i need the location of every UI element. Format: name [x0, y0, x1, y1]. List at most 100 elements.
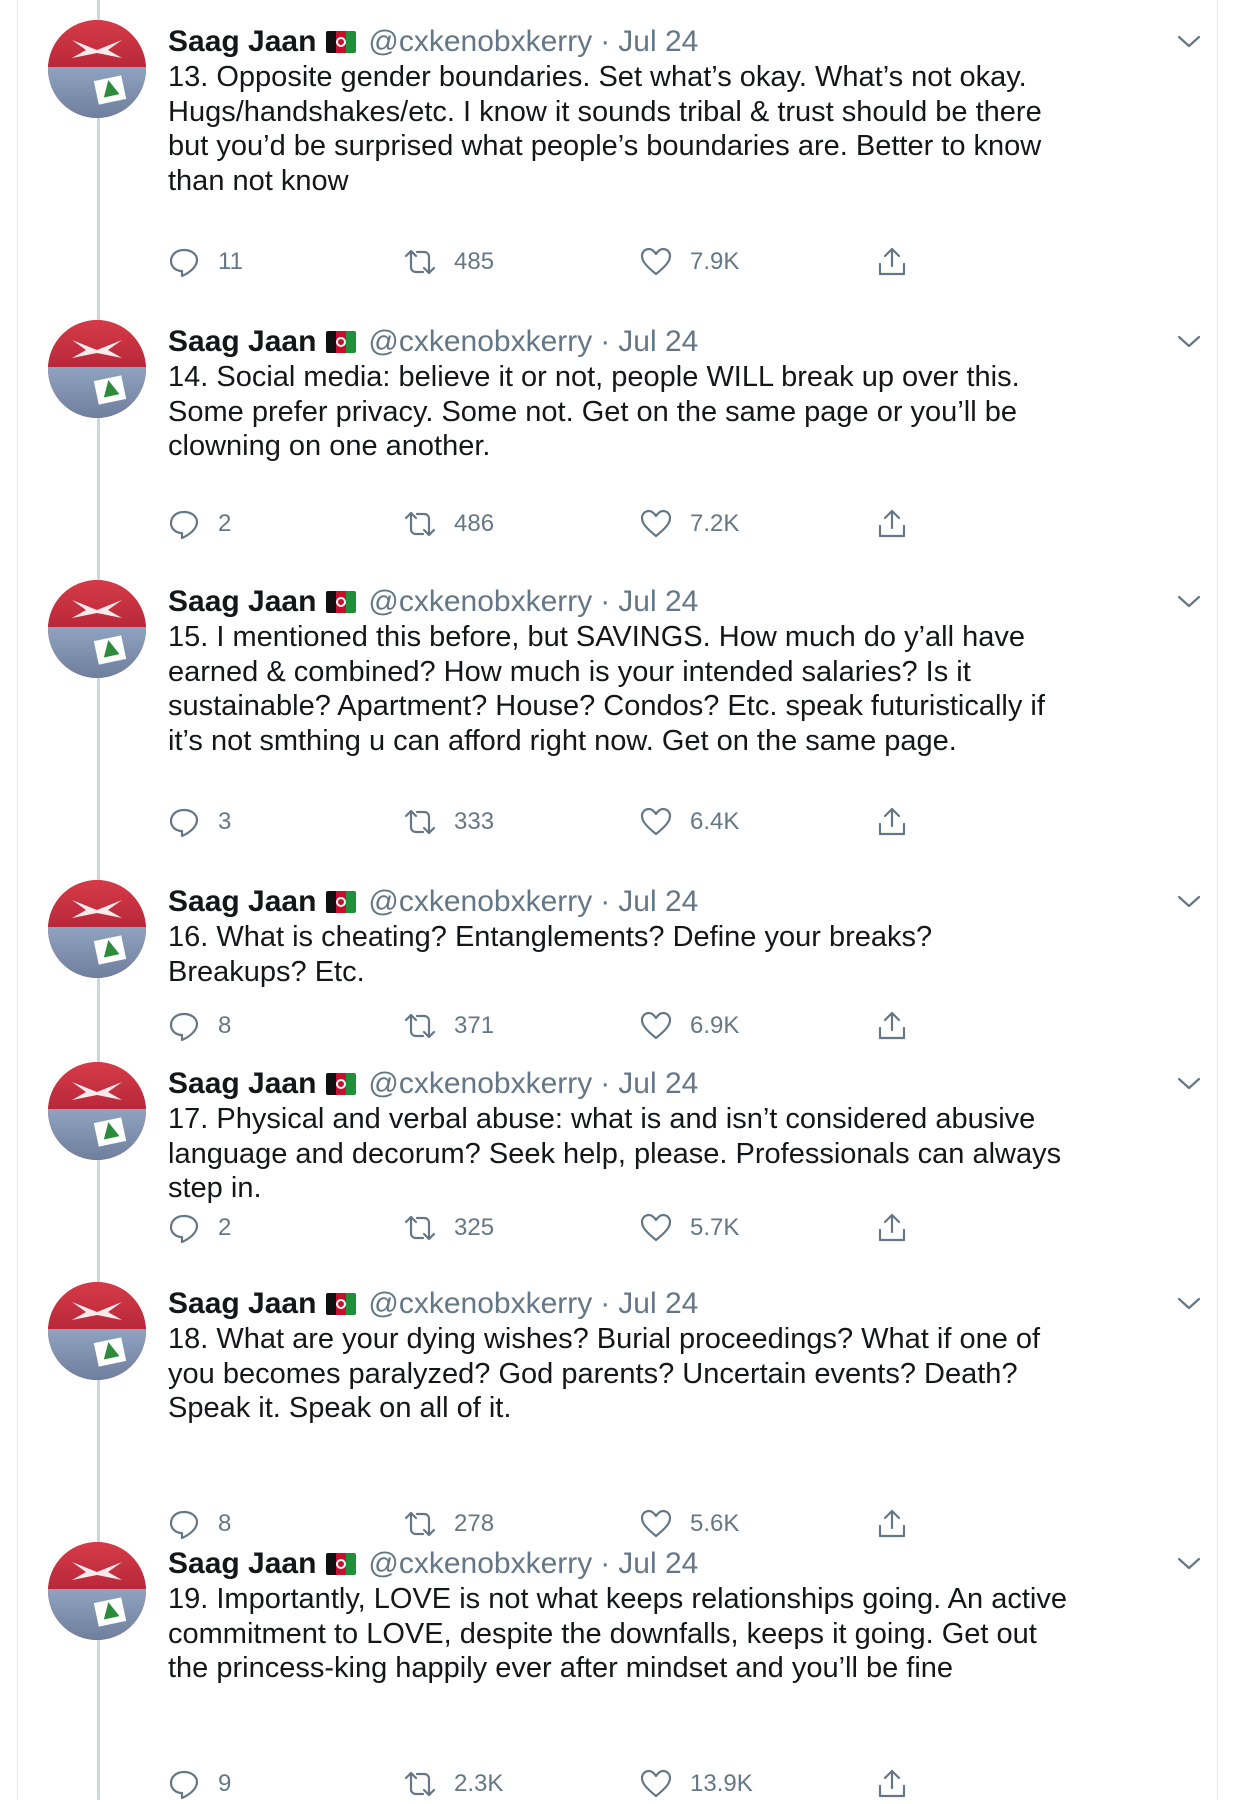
separator-dot: · — [600, 1287, 611, 1320]
retweet-button[interactable]: 325 — [404, 1208, 494, 1248]
avatar[interactable] — [48, 1062, 146, 1160]
share-button[interactable] — [876, 504, 908, 544]
retweet-icon — [404, 511, 436, 537]
reply-count: 2 — [218, 1214, 232, 1241]
separator-dot: · — [600, 1547, 611, 1580]
reply-button[interactable]: 3 — [168, 802, 231, 842]
display-name[interactable]: Saag Jaan — [168, 1287, 316, 1321]
avatar[interactable] — [48, 20, 146, 118]
retweet-icon — [404, 1771, 436, 1797]
dove-icon — [72, 40, 122, 58]
chevron-down-icon[interactable] — [1176, 34, 1202, 50]
like-count: 6.9K — [690, 1012, 740, 1039]
share-button[interactable] — [876, 1208, 908, 1248]
tweet-date[interactable]: Jul 24 — [618, 1547, 698, 1581]
tweet-text: 15. I mentioned this before, but SAVINGS… — [168, 621, 1045, 757]
cedar-icon — [100, 1120, 120, 1140]
share-icon — [878, 807, 906, 836]
dove-icon — [72, 1302, 122, 1320]
reply-button[interactable]: 2 — [168, 504, 231, 544]
display-name[interactable]: Saag Jaan — [168, 25, 316, 59]
avatar[interactable] — [48, 880, 146, 978]
heart-icon — [640, 1769, 672, 1798]
chevron-down-icon[interactable] — [1176, 1076, 1202, 1092]
tweet-actions: 2 325 5.7K — [168, 1208, 928, 1248]
share-button[interactable] — [876, 1764, 908, 1804]
tweet-7[interactable]: Saag Jaan @cxkenobxkerry · Jul 24 19. Im… — [18, 1522, 1217, 1800]
user-handle[interactable]: @cxkenobxkerry — [368, 1547, 592, 1581]
retweet-button[interactable]: 485 — [404, 242, 494, 282]
tweet-text: 19. Importantly, LOVE is not what keeps … — [168, 1583, 1067, 1684]
reply-icon — [169, 248, 199, 278]
retweet-icon — [404, 1013, 436, 1039]
tweet-4[interactable]: Saag Jaan @cxkenobxkerry · Jul 24 16. Wh… — [18, 860, 1217, 1042]
tweet-text: 14. Social media: believe it or not, peo… — [168, 361, 1020, 462]
reply-button[interactable]: 11 — [168, 242, 243, 282]
user-handle[interactable]: @cxkenobxkerry — [368, 585, 592, 619]
like-button[interactable]: 5.7K — [640, 1208, 739, 1248]
heart-icon — [640, 509, 672, 538]
retweet-count: 333 — [454, 808, 495, 835]
display-name[interactable]: Saag Jaan — [168, 1547, 316, 1581]
tweet-3[interactable]: Saag Jaan @cxkenobxkerry · Jul 24 15. I … — [18, 560, 1217, 860]
retweet-button[interactable]: 333 — [404, 802, 494, 842]
chevron-down-icon[interactable] — [1176, 1296, 1202, 1312]
tweet-date[interactable]: Jul 24 — [618, 585, 698, 619]
separator-dot: · — [600, 25, 611, 58]
timeline-right-border — [1217, 0, 1218, 1800]
tweet-date[interactable]: Jul 24 — [618, 1287, 698, 1321]
reply-button[interactable]: 2 — [168, 1208, 231, 1248]
reply-button[interactable]: 8 — [168, 1006, 231, 1046]
tweet-text: 17. Physical and verbal abuse: what is a… — [168, 1103, 1062, 1204]
chevron-down-icon[interactable] — [1176, 1556, 1202, 1572]
reply-button[interactable]: 9 — [168, 1764, 231, 1804]
tweet-date[interactable]: Jul 24 — [618, 25, 698, 59]
chevron-down-icon[interactable] — [1176, 334, 1202, 350]
avatar[interactable] — [48, 1282, 146, 1380]
display-name[interactable]: Saag Jaan — [168, 325, 316, 359]
afghanistan-flag-icon — [326, 591, 357, 613]
avatar[interactable] — [48, 1542, 146, 1640]
like-button[interactable]: 7.2K — [640, 504, 739, 544]
avatar[interactable] — [48, 580, 146, 678]
like-button[interactable]: 6.4K — [640, 802, 739, 842]
tweet-date[interactable]: Jul 24 — [618, 325, 698, 359]
dove-icon — [72, 1082, 122, 1100]
retweet-count: 486 — [454, 510, 495, 537]
like-button[interactable]: 7.9K — [640, 242, 739, 282]
tweet-5[interactable]: Saag Jaan @cxkenobxkerry · Jul 24 17. Ph… — [18, 1042, 1217, 1262]
display-name[interactable]: Saag Jaan — [168, 1067, 316, 1101]
retweet-icon — [404, 809, 436, 835]
like-count: 7.9K — [690, 248, 740, 275]
display-name[interactable]: Saag Jaan — [168, 585, 316, 619]
retweet-button[interactable]: 486 — [404, 504, 494, 544]
share-button[interactable] — [876, 1006, 908, 1046]
chevron-down-icon[interactable] — [1176, 894, 1202, 910]
share-button[interactable] — [876, 242, 908, 282]
retweet-button[interactable]: 2.3K — [404, 1764, 503, 1804]
retweet-button[interactable]: 371 — [404, 1006, 494, 1046]
share-button[interactable] — [876, 802, 908, 842]
tweet-actions: 2 486 7.2K — [168, 504, 928, 544]
like-button[interactable]: 13.9K — [640, 1764, 753, 1804]
tweet-header: Saag Jaan @cxkenobxkerry · Jul 24 — [168, 24, 698, 60]
user-handle[interactable]: @cxkenobxkerry — [368, 885, 592, 919]
user-handle[interactable]: @cxkenobxkerry — [368, 1287, 592, 1321]
avatar[interactable] — [48, 320, 146, 418]
afghanistan-flag-icon — [326, 1073, 357, 1095]
tweet-text: 18. What are your dying wishes? Burial p… — [168, 1323, 1041, 1424]
tweet-date[interactable]: Jul 24 — [618, 885, 698, 919]
chevron-down-icon[interactable] — [1176, 594, 1202, 610]
tweet-6[interactable]: Saag Jaan @cxkenobxkerry · Jul 24 18. Wh… — [18, 1262, 1217, 1540]
user-handle[interactable]: @cxkenobxkerry — [368, 25, 592, 59]
retweet-count: 371 — [454, 1012, 495, 1039]
afghanistan-flag-icon — [326, 1553, 357, 1575]
user-handle[interactable]: @cxkenobxkerry — [368, 1067, 592, 1101]
display-name[interactable]: Saag Jaan — [168, 885, 316, 919]
tweet-date[interactable]: Jul 24 — [618, 1067, 698, 1101]
user-handle[interactable]: @cxkenobxkerry — [368, 325, 592, 359]
tweet-2[interactable]: Saag Jaan @cxkenobxkerry · Jul 24 14. So… — [18, 300, 1217, 560]
reply-count: 2 — [218, 510, 232, 537]
like-button[interactable]: 6.9K — [640, 1006, 739, 1046]
tweet-1[interactable]: Saag Jaan @cxkenobxkerry · Jul 24 13. Op… — [18, 0, 1217, 300]
